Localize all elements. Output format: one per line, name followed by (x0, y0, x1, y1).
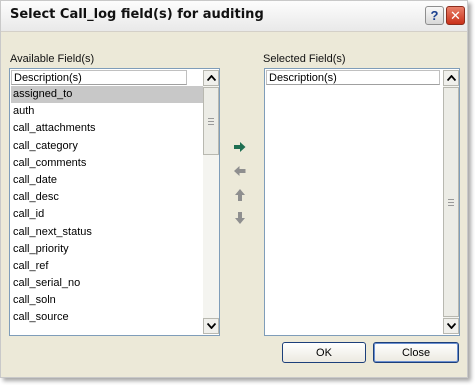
list-item[interactable]: call_category (11, 138, 203, 155)
list-item[interactable]: assigned_to (11, 86, 203, 104)
scroll-up-button[interactable] (443, 70, 459, 86)
available-scrollbar[interactable] (203, 70, 219, 334)
down-arrow-icon (235, 212, 245, 224)
title-bar[interactable]: Select Call_log field(s) for auditing ? … (1, 1, 467, 32)
list-item[interactable]: call_comments (11, 155, 203, 172)
up-arrow-icon (235, 189, 245, 201)
scroll-down-button[interactable] (203, 318, 219, 334)
grip-icon (448, 198, 454, 206)
available-column-header[interactable]: Description(s) (11, 70, 187, 85)
list-item[interactable]: call_serial_no (11, 275, 203, 292)
list-item[interactable]: call_ref (11, 258, 203, 275)
grip-icon (208, 117, 214, 125)
dialog-window: Select Call_log field(s) for auditing ? … (0, 0, 468, 378)
list-item[interactable]: call_next_status (11, 224, 203, 241)
list-item[interactable]: auth (11, 103, 203, 120)
available-fields-label: Available Field(s) (10, 53, 95, 65)
add-arrow-button[interactable] (234, 141, 246, 153)
scroll-up-button[interactable] (203, 70, 219, 86)
chevron-up-icon (206, 75, 216, 81)
list-item[interactable]: call_desc (11, 189, 203, 206)
list-item[interactable]: call_attachments (11, 120, 203, 137)
chevron-up-icon (446, 75, 456, 81)
close-button[interactable]: Close (373, 342, 459, 363)
move-up-button[interactable] (234, 189, 246, 201)
chevron-down-icon (446, 323, 456, 329)
list-item[interactable]: call_date (11, 172, 203, 189)
chevron-down-icon (206, 323, 216, 329)
list-item[interactable]: call_source (11, 309, 203, 326)
remove-arrow-button[interactable] (234, 165, 246, 177)
right-arrow-icon (234, 142, 246, 152)
list-item[interactable]: call_priority (11, 241, 203, 258)
selected-fields-list[interactable]: Description(s) (264, 68, 460, 336)
help-button[interactable]: ? (425, 6, 444, 25)
list-item[interactable]: call_id (11, 206, 203, 223)
selected-column-header[interactable]: Description(s) (266, 70, 440, 85)
scroll-thumb[interactable] (443, 87, 459, 317)
close-window-button[interactable]: ✕ (446, 6, 465, 25)
dialog-title: Select Call_log field(s) for auditing (10, 7, 264, 22)
available-fields-list[interactable]: Description(s) assigned_to auth call_attac… (9, 68, 220, 336)
selected-scrollbar[interactable] (443, 70, 459, 334)
move-down-button[interactable] (234, 212, 246, 224)
list-item[interactable]: call_soln (11, 292, 203, 309)
ok-button[interactable]: OK (282, 342, 366, 363)
selected-fields-label: Selected Field(s) (263, 53, 346, 65)
left-arrow-icon (234, 166, 246, 176)
scroll-down-button[interactable] (443, 318, 459, 334)
scroll-thumb[interactable] (203, 87, 219, 155)
available-rows: assigned_to auth call_attachments call_cate… (11, 86, 203, 327)
